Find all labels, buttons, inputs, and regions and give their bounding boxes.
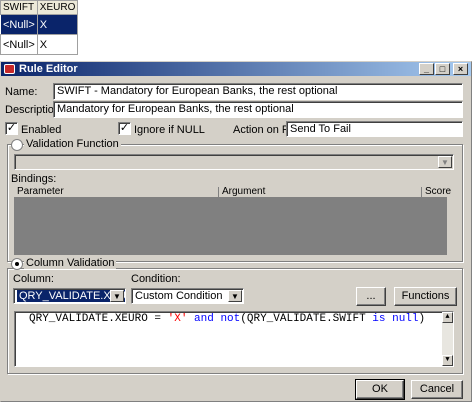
grid-column-header[interactable]: SWIFT [0, 0, 38, 16]
scroll-up-icon[interactable]: ▲ [442, 312, 453, 323]
ellipsis-button[interactable]: ... [356, 287, 386, 306]
grid-row[interactable]: <Null> X [0, 14, 79, 36]
expression-token: QRY_VALIDATE.XEURO = [29, 313, 168, 325]
maximize-button[interactable]: □ [435, 63, 450, 75]
close-button[interactable]: × [453, 63, 468, 75]
grid-cell[interactable]: X [36, 34, 79, 55]
column-dropdown[interactable]: QRY_VALIDATE.XEURO ▼ [13, 288, 126, 304]
column-label: Column: [13, 273, 54, 285]
expression-keyword: null [385, 313, 419, 325]
title-bar[interactable]: Rule Editor _ □ × [1, 62, 471, 76]
bindings-header: Parameter Argument Score [14, 187, 451, 198]
window-title: Rule Editor [19, 63, 78, 75]
expression-string-literal: 'X' [167, 313, 188, 325]
column-validation-title: Column Validation [24, 257, 117, 269]
action-on-fail-dropdown[interactable]: Send To Fail [286, 121, 463, 137]
bindings-table-body[interactable] [14, 198, 447, 255]
grid-cell[interactable]: <Null> [0, 14, 38, 36]
functions-button[interactable]: Functions [394, 287, 457, 306]
scroll-down-icon[interactable]: ▼ [442, 355, 453, 366]
column-validation-radio[interactable] [11, 258, 23, 270]
chevron-down-icon: ▼ [438, 156, 452, 168]
ignore-null-checkbox[interactable]: ✓ [118, 122, 131, 135]
expression-token: (QRY_VALIDATE.SWIFT [240, 313, 373, 325]
enabled-label: Enabled [21, 124, 62, 136]
validation-function-radio[interactable] [11, 139, 23, 151]
result-grid: SWIFT XEURO <Null> X <Null> X [0, 0, 79, 55]
expression-text: QRY_VALIDATE.XEURO = 'X' and not(QRY_VAL… [29, 313, 425, 325]
expression-keyword: not [220, 313, 241, 325]
condition-expression-editor[interactable]: QRY_VALIDATE.XEURO = 'X' and not(QRY_VAL… [14, 311, 454, 367]
grid-cell[interactable]: <Null> [0, 34, 38, 55]
column-header-parameter[interactable]: Parameter [14, 187, 219, 198]
expression-keyword: is [372, 313, 386, 325]
validation-function-title: Validation Function [24, 138, 121, 150]
grid-header-row: SWIFT XEURO [0, 0, 79, 16]
validation-function-dropdown[interactable]: ▼ [14, 154, 454, 170]
expression-keyword: and [187, 313, 221, 325]
enabled-checkbox[interactable]: ✓ [5, 122, 18, 135]
grid-column-header[interactable]: XEURO [36, 0, 79, 16]
action-on-fail-value: Send To Fail [290, 123, 351, 135]
condition-value: Custom Condition [135, 290, 223, 302]
chevron-down-icon: ▼ [228, 290, 242, 302]
name-input[interactable]: SWIFT - Mandatory for European Banks, th… [53, 83, 463, 100]
ok-button[interactable]: OK [355, 379, 405, 400]
grid-row[interactable]: <Null> X [0, 34, 79, 55]
editor-vertical-scrollbar[interactable]: ▲ ▼ [442, 312, 453, 366]
column-header-score[interactable]: Score [422, 187, 451, 198]
chevron-down-icon: ▼ [110, 290, 124, 302]
description-input[interactable]: Mandatory for European Banks, the rest o… [53, 101, 463, 118]
column-header-argument[interactable]: Argument [219, 187, 422, 198]
expression-token: ) [418, 313, 426, 325]
bindings-label: Bindings: [11, 173, 57, 185]
app-icon [4, 64, 15, 74]
grid-cell[interactable]: X [36, 14, 79, 36]
condition-dropdown[interactable]: Custom Condition ▼ [131, 288, 244, 304]
minimize-button[interactable]: _ [419, 63, 434, 75]
rule-editor-dialog: Rule Editor _ □ × Name: SWIFT - Mandator… [0, 61, 472, 402]
condition-label: Condition: [131, 273, 181, 285]
cancel-button[interactable]: Cancel [411, 380, 463, 399]
ignore-null-label: Ignore if NULL [134, 124, 205, 136]
name-label: Name: [5, 86, 38, 98]
